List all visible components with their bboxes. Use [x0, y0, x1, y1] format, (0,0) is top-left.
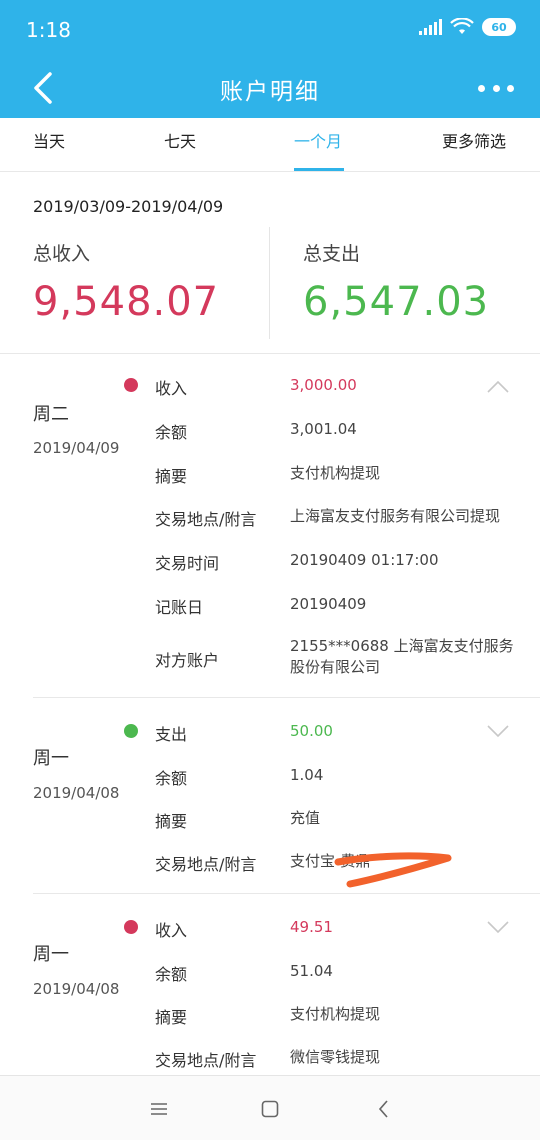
- row-key: 记账日: [155, 598, 204, 617]
- more-dots-icon[interactable]: [478, 74, 514, 102]
- row-value: 49.51: [290, 918, 333, 936]
- row-key: 收入: [155, 921, 188, 940]
- tab-today[interactable]: 当天: [33, 128, 65, 152]
- record-divider: [33, 697, 540, 698]
- row-value: 3,000.00: [290, 376, 357, 394]
- row-key: 余额: [155, 423, 188, 442]
- wifi-icon: [450, 18, 474, 34]
- tab-one-month[interactable]: 一个月: [294, 128, 342, 152]
- row-key: 支出: [155, 725, 188, 744]
- row-value: 微信零钱提现: [290, 1048, 381, 1066]
- row-key: 摘要: [155, 467, 188, 486]
- redaction-scribble: [334, 852, 452, 888]
- total-income-label: 总收入: [33, 243, 91, 265]
- page-title: 账户明细: [220, 79, 320, 105]
- row-value: 1.04: [290, 766, 324, 784]
- row-value: 50.00: [290, 722, 333, 740]
- app-screen: 1:18 60 账户明细 当天 七天 一个月 更多筛选 2019/03/09-2…: [0, 0, 540, 1140]
- summary-panel: 2019/03/09-2019/04/09 总收入 9,548.07 总支出 6…: [0, 172, 540, 354]
- status-icons: 60: [419, 18, 516, 36]
- total-expense-label: 总支出: [303, 243, 361, 265]
- battery-level: 60: [491, 20, 507, 34]
- home-square-icon[interactable]: [259, 1098, 281, 1120]
- row-value: 上海富友支付服务有限公司提现: [290, 507, 501, 525]
- row-key: 交易地点/附言: [155, 510, 257, 529]
- row-key: 余额: [155, 769, 188, 788]
- row-value: 2155***0688 上海富友支付服务股份有限公司: [290, 637, 514, 676]
- record-divider: [33, 893, 540, 894]
- total-income-value: 9,548.07: [33, 279, 220, 325]
- record-date: 2019/04/08: [33, 980, 120, 998]
- nav-bar: 账户明细: [0, 58, 540, 118]
- row-value: 3,001.04: [290, 420, 357, 438]
- row-value: 51.04: [290, 962, 333, 980]
- signal-icon: [419, 19, 442, 35]
- record-date: 2019/04/08: [33, 784, 120, 802]
- active-tab-indicator: [294, 168, 344, 171]
- row-value: 支付机构提现: [290, 1005, 381, 1023]
- date-range: 2019/03/09-2019/04/09: [33, 197, 224, 216]
- row-value: 20190409: [290, 595, 367, 613]
- row-key: 摘要: [155, 812, 188, 831]
- row-key: 摘要: [155, 1008, 188, 1027]
- expense-dot-icon: [124, 724, 138, 738]
- summary-divider: [269, 227, 270, 339]
- row-key: 余额: [155, 965, 188, 984]
- row-value: 20190409 01:17:00: [290, 551, 439, 569]
- total-expense-value: 6,547.03: [303, 279, 490, 325]
- battery-icon: 60: [482, 18, 516, 36]
- record-date: 2019/04/09: [33, 439, 120, 457]
- row-key: 交易地点/附言: [155, 855, 257, 874]
- row-key: 交易时间: [155, 554, 220, 573]
- record-weekday: 周一: [33, 748, 69, 769]
- system-nav-bar: [0, 1075, 540, 1140]
- row-key: 交易地点/附言: [155, 1051, 257, 1070]
- row-value: 支付机构提现: [290, 464, 381, 482]
- menu-icon[interactable]: [148, 1098, 170, 1120]
- row-key: 对方账户: [155, 651, 220, 670]
- record-weekday: 周一: [33, 944, 69, 965]
- back-triangle-icon[interactable]: [373, 1098, 395, 1120]
- record-weekday: 周二: [33, 404, 69, 425]
- tab-bar: 当天 七天 一个月 更多筛选: [0, 118, 540, 172]
- row-value: 充值: [290, 809, 321, 827]
- status-time: 1:18: [26, 18, 71, 42]
- income-dot-icon: [124, 920, 138, 934]
- status-bar: 1:18 60: [0, 0, 540, 58]
- income-dot-icon: [124, 378, 138, 392]
- tab-seven-days[interactable]: 七天: [164, 128, 196, 152]
- row-key: 收入: [155, 379, 188, 398]
- tab-more-filters[interactable]: 更多筛选: [442, 128, 506, 152]
